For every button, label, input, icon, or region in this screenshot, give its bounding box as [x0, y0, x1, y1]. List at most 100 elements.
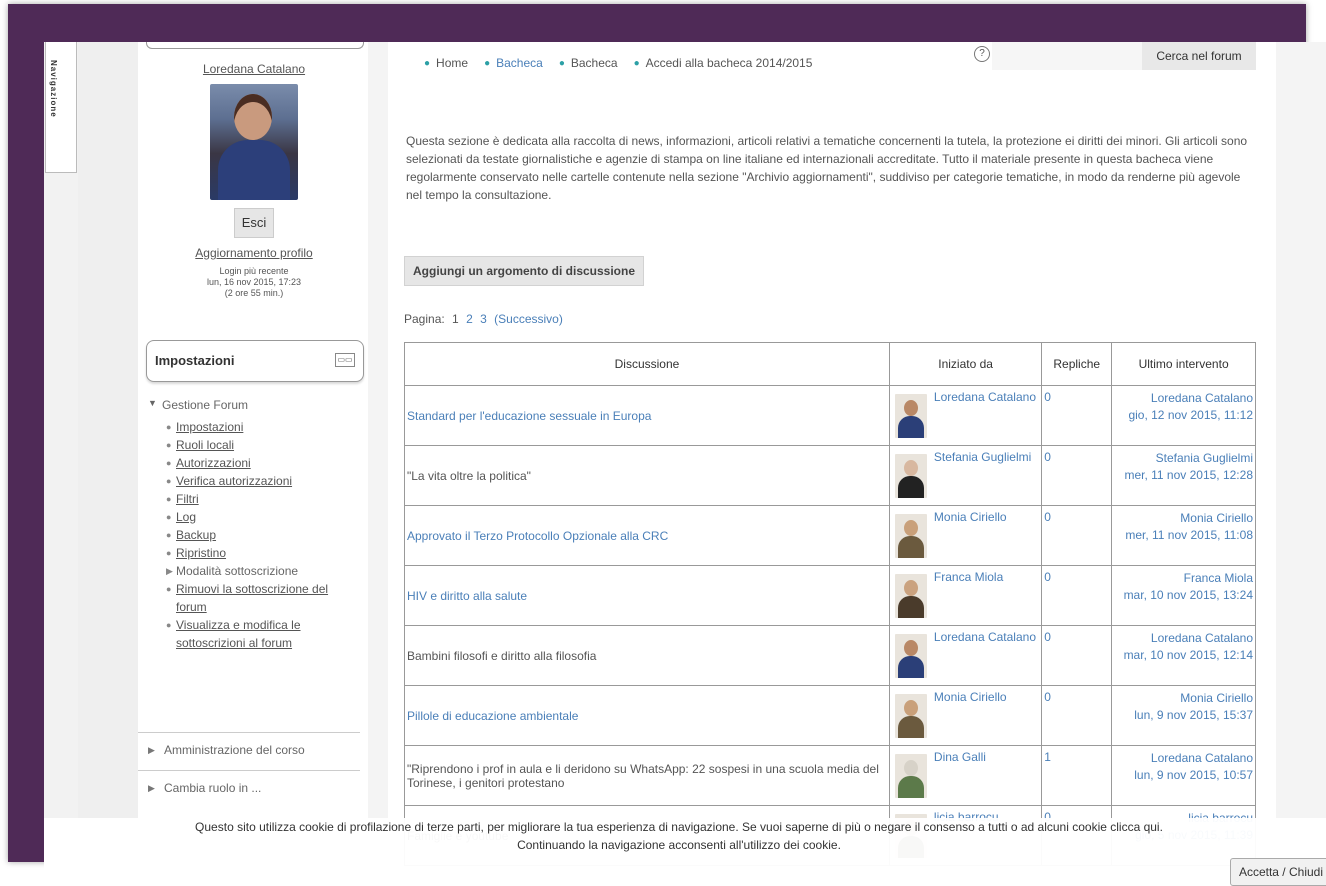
replies-cell[interactable]: 0 — [1041, 385, 1113, 446]
discussion-title-text[interactable]: "La vita oltre la politica" — [407, 469, 531, 483]
discussion-title-cell[interactable]: HIV e diritto alla salute — [404, 565, 890, 626]
logout-button[interactable]: Esci — [234, 208, 274, 238]
started-by-link[interactable]: Stefania Guglielmi — [934, 450, 1031, 464]
settings-item[interactable]: ● Impostazioni — [166, 418, 362, 436]
breadcrumb-item[interactable]: ● Bacheca — [484, 56, 543, 70]
discussion-title-cell[interactable]: Approvato il Terzo Protocollo Opzionale … — [404, 505, 890, 566]
last-post-author[interactable]: Monia Ciriello — [1114, 510, 1253, 527]
replies-cell[interactable]: 0 — [1041, 565, 1113, 626]
started-by-cell[interactable]: Loredana Catalano — [931, 385, 1043, 446]
replies-count[interactable]: 0 — [1044, 690, 1051, 704]
forum-search-input[interactable] — [992, 42, 1142, 70]
last-post-cell[interactable]: Franca Miola mar, 10 nov 2015, 13:24 — [1111, 565, 1256, 626]
breadcrumb-item[interactable]: ● Home — [424, 56, 468, 70]
last-post-date[interactable]: gio, 12 nov 2015, 11:12 — [1114, 407, 1253, 424]
started-by-cell[interactable]: Stefania Guglielmi — [931, 445, 1043, 506]
last-post-date[interactable]: lun, 9 nov 2015, 15:37 — [1114, 707, 1253, 724]
profile-name-link[interactable]: Loredana Catalano — [146, 62, 362, 76]
forum-search-button[interactable]: Cerca nel forum — [1142, 42, 1256, 70]
last-post-cell[interactable]: Monia Ciriello lun, 9 nov 2015, 15:37 — [1111, 685, 1256, 746]
last-post-cell[interactable]: Loredana Catalano lun, 9 nov 2015, 10:57 — [1111, 745, 1256, 806]
replies-cell[interactable]: 0 — [1041, 505, 1113, 566]
column-header-started-by[interactable]: Iniziato da — [888, 342, 1043, 386]
last-post-author[interactable]: Stefania Guglielmi — [1114, 450, 1253, 467]
avatar[interactable] — [894, 753, 927, 798]
avatar[interactable] — [210, 84, 298, 200]
last-post-author[interactable]: Loredana Catalano — [1114, 630, 1253, 647]
started-by-link[interactable]: Monia Ciriello — [934, 510, 1007, 524]
started-by-link[interactable]: Monia Ciriello — [934, 690, 1007, 704]
settings-item[interactable]: ● Visualizza e modifica le sottoscrizioni… — [166, 616, 362, 652]
replies-count[interactable]: 0 — [1044, 630, 1051, 644]
settings-item[interactable]: ● Rimuovi la sottoscrizione del forum — [166, 580, 362, 616]
last-post-author[interactable]: Franca Miola — [1114, 570, 1253, 587]
column-header-last-post[interactable]: Ultimo intervento — [1111, 342, 1256, 386]
last-post-date[interactable]: lun, 9 nov 2015, 10:57 — [1114, 767, 1253, 784]
next-page-link[interactable]: (Successivo) — [494, 312, 563, 326]
settings-item[interactable]: ● Ripristino — [166, 544, 362, 562]
replies-count[interactable]: 1 — [1044, 750, 1051, 764]
replies-cell[interactable]: 0 — [1041, 625, 1113, 686]
tree-root-forum-admin[interactable]: ▼ Gestione Forum — [148, 398, 362, 418]
replies-cell[interactable]: 0 — [1041, 685, 1113, 746]
avatar[interactable] — [894, 573, 927, 618]
replies-count[interactable]: 0 — [1044, 570, 1051, 584]
started-by-cell[interactable]: Loredana Catalano — [931, 625, 1043, 686]
started-by-link[interactable]: Franca Miola — [934, 570, 1003, 584]
settings-item[interactable]: ● Backup — [166, 526, 362, 544]
discussion-title-cell[interactable]: Standard per l'educazione sessuale in Eu… — [404, 385, 890, 446]
started-by-link[interactable]: Dina Galli — [934, 750, 986, 764]
breadcrumb-item[interactable]: ● Bacheca — [559, 56, 618, 70]
replies-count[interactable]: 0 — [1044, 450, 1051, 464]
started-by-cell[interactable]: Monia Ciriello — [931, 505, 1043, 566]
discussion-title-link[interactable]: Standard per l'educazione sessuale in Eu… — [407, 409, 651, 423]
last-post-date[interactable]: mer, 11 nov 2015, 12:28 — [1114, 467, 1253, 484]
column-header-discussion[interactable]: Discussione — [404, 342, 890, 386]
last-post-cell[interactable]: Stefania Guglielmi mer, 11 nov 2015, 12:2… — [1111, 445, 1256, 506]
settings-item[interactable]: ● Verifica autorizzazioni — [166, 472, 362, 490]
started-by-link[interactable]: Loredana Catalano — [934, 630, 1036, 644]
last-post-cell[interactable]: Monia Ciriello mer, 11 nov 2015, 11:08 — [1111, 505, 1256, 566]
settings-subtree-collapsed[interactable]: ▶ Modalità sottoscrizione — [166, 562, 362, 580]
discussion-title-text[interactable]: Bambini filosofi e diritto alla filosofi… — [407, 649, 596, 663]
navigation-tab[interactable]: Navigazione — [45, 42, 77, 173]
dock-block-icon[interactable]: ▭▭ — [335, 353, 355, 367]
last-post-author[interactable]: Monia Ciriello — [1114, 690, 1253, 707]
last-post-date[interactable]: mar, 10 nov 2015, 12:14 — [1114, 647, 1253, 664]
profile-update-link[interactable]: Aggiornamento profilo — [146, 246, 362, 260]
discussion-title-link[interactable]: Pillole di educazione ambientale — [407, 709, 578, 723]
avatar[interactable] — [894, 453, 927, 498]
discussion-title-link[interactable]: HIV e diritto alla salute — [407, 589, 527, 603]
section-switch-role[interactable]: ▶ Cambia ruolo in ... — [138, 770, 360, 807]
replies-cell[interactable]: 1 — [1041, 745, 1113, 806]
last-post-date[interactable]: mar, 10 nov 2015, 13:24 — [1114, 587, 1253, 604]
last-post-author[interactable]: Loredana Catalano — [1114, 750, 1253, 767]
avatar[interactable] — [894, 693, 927, 738]
started-by-link[interactable]: Loredana Catalano — [934, 390, 1036, 404]
avatar[interactable] — [894, 393, 927, 438]
discussion-title-text[interactable]: "Riprendono i prof in aula e li deridono… — [407, 762, 879, 790]
last-post-cell[interactable]: Loredana Catalano gio, 12 nov 2015, 11:12 — [1111, 385, 1256, 446]
settings-item[interactable]: ● Ruoli locali — [166, 436, 362, 454]
add-topic-button[interactable]: Aggiungi un argomento di discussione — [404, 256, 645, 286]
replies-count[interactable]: 0 — [1044, 510, 1051, 524]
column-header-replies[interactable]: Repliche — [1041, 342, 1113, 386]
started-by-cell[interactable]: Monia Ciriello — [931, 685, 1043, 746]
settings-item[interactable]: ● Autorizzazioni — [166, 454, 362, 472]
discussion-title-link[interactable]: Approvato il Terzo Protocollo Opzionale … — [407, 529, 668, 543]
page-link[interactable]: 3 — [480, 312, 487, 326]
help-icon[interactable]: ? — [974, 46, 990, 62]
replies-cell[interactable]: 0 — [1041, 445, 1113, 506]
page-link[interactable]: 2 — [466, 312, 473, 326]
started-by-cell[interactable]: Dina Galli — [931, 745, 1043, 806]
section-course-admin[interactable]: ▶ Amministrazione del corso — [138, 732, 360, 769]
last-post-cell[interactable]: Loredana Catalano mar, 10 nov 2015, 12:14 — [1111, 625, 1256, 686]
last-post-author[interactable]: Loredana Catalano — [1114, 390, 1253, 407]
replies-count[interactable]: 0 — [1044, 390, 1051, 404]
last-post-date[interactable]: mer, 11 nov 2015, 11:08 — [1114, 527, 1253, 544]
settings-item[interactable]: ● Filtri — [166, 490, 362, 508]
avatar[interactable] — [894, 513, 927, 558]
settings-item[interactable]: ● Log — [166, 508, 362, 526]
started-by-cell[interactable]: Franca Miola — [931, 565, 1043, 626]
cookie-accept-button[interactable]: Accetta / Chiudi — [1229, 858, 1326, 886]
